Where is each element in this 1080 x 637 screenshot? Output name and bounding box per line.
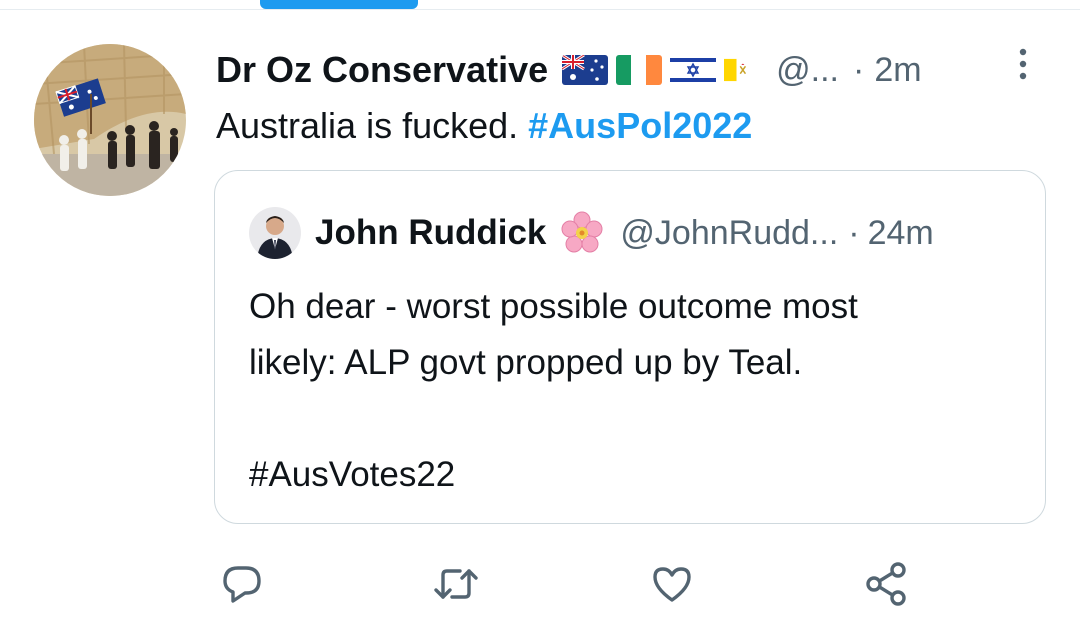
author-handle[interactable]: @... — [776, 51, 839, 90]
tweet-action-bar — [0, 560, 1080, 608]
retweet-icon — [434, 569, 478, 599]
quoted-tweet-header: John Ruddick @JohnRudd... · 24m — [249, 207, 934, 259]
more-options-icon[interactable] — [1015, 46, 1031, 86]
share-icon — [866, 562, 906, 606]
cherry-blossom-icon — [561, 211, 603, 253]
quoted-text-blank-line — [249, 391, 858, 447]
author-avatar[interactable] — [34, 44, 186, 196]
quoted-text-line: Oh dear - worst possible outcome most — [249, 287, 858, 326]
top-divider — [0, 9, 1080, 10]
quoted-tweet-text: Oh dear - worst possible outcome most li… — [249, 279, 858, 503]
author-display-name[interactable]: Dr Oz Conservative — [216, 49, 548, 91]
quoted-author-handle[interactable]: @JohnRudd... — [620, 214, 838, 253]
quoted-text-line: likely: ALP govt propped up by Teal. — [249, 343, 803, 382]
flag-emojis — [562, 55, 758, 85]
avatar-photo — [34, 44, 186, 196]
australia-flag-icon — [562, 55, 609, 85]
quoted-author-avatar[interactable] — [249, 207, 301, 259]
reply-icon — [223, 566, 261, 603]
quoted-author-name[interactable]: John Ruddick — [315, 213, 546, 253]
tweet-timestamp[interactable]: 2m — [874, 51, 921, 90]
like-icon — [653, 567, 691, 602]
like-button[interactable] — [648, 560, 696, 608]
quoted-header-separator: · — [848, 213, 860, 252]
quoted-tweet-timestamp[interactable]: 24m — [868, 214, 934, 253]
header-separator: · — [852, 50, 865, 89]
ireland-flag-icon — [616, 55, 663, 85]
hashtag-link[interactable]: #AusPol2022 — [528, 105, 752, 146]
quoted-tweet-card[interactable]: John Ruddick @JohnRudd... · 24m Oh dear … — [214, 170, 1046, 524]
tweet-text-plain: Australia is fucked. — [216, 105, 519, 146]
active-tab-indicator — [260, 0, 418, 9]
tweet-text: Australia is fucked. #AusPol2022 — [216, 102, 752, 150]
vatican-flag-icon — [724, 58, 750, 82]
israel-flag-icon — [670, 55, 717, 85]
retweet-button[interactable] — [432, 560, 480, 608]
share-button[interactable] — [862, 560, 910, 608]
reply-button[interactable] — [218, 560, 266, 608]
quoted-hashtag[interactable]: #AusVotes22 — [249, 447, 858, 503]
tweet-header: Dr Oz Conservative @... · 2m — [216, 44, 922, 96]
